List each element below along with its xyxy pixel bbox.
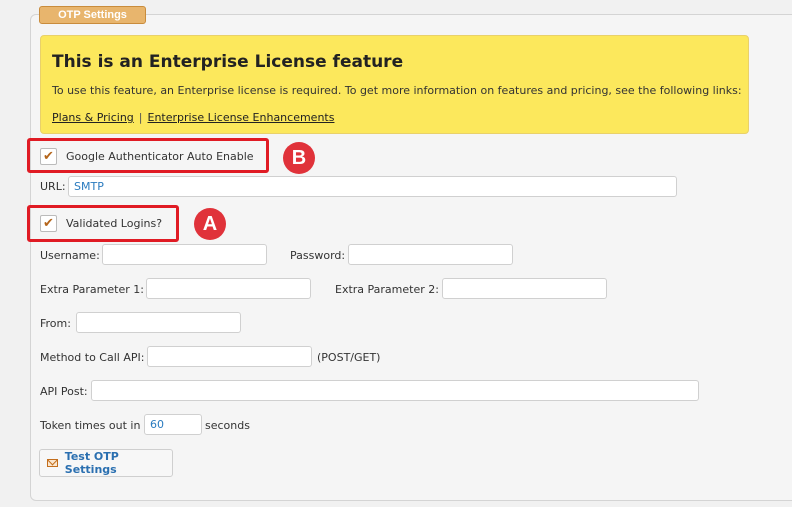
notice-body: To use this feature, an Enterprise licen… [52,84,742,97]
url-input[interactable]: SMTP [68,176,677,197]
google-auth-checkbox[interactable]: ✔ [40,148,57,165]
notice-title: This is an Enterprise License feature [52,52,404,72]
username-label: Username: [40,249,100,262]
url-label: URL: [40,180,66,193]
otp-settings-tab: OTP Settings [39,6,146,24]
username-input[interactable] [102,244,267,265]
validated-logins-checkbox[interactable]: ✔ [40,215,57,232]
notice-links: Plans & Pricing | Enterprise License Enhan… [52,111,334,124]
plans-pricing-link[interactable]: Plans & Pricing [52,111,134,124]
enterprise-license-notice: This is an Enterprise License feature To… [40,35,749,134]
validated-logins-label: Validated Logins? [66,217,163,230]
extra-parameter-1-input[interactable] [146,278,311,299]
annotation-badge-b: B [283,142,315,174]
extra-parameter-2-input[interactable] [442,278,607,299]
test-otp-settings-button[interactable]: Test OTP Settings [39,449,173,477]
test-otp-settings-label: Test OTP Settings [64,450,119,476]
token-timeout-input[interactable]: 60 [144,414,202,435]
password-input[interactable] [348,244,513,265]
api-post-input[interactable] [91,380,699,401]
envelope-icon [47,459,58,467]
enterprise-enhancements-link[interactable]: Enterprise License Enhancements [148,111,335,124]
link-separator: | [138,111,143,124]
token-timeout-label: Token times out in [40,419,141,432]
method-hint: (POST/GET) [317,351,381,364]
from-label: From: [40,317,71,330]
password-label: Password: [290,249,346,262]
from-input[interactable] [76,312,241,333]
extra-parameter-2-label: Extra Parameter 2: [335,283,439,296]
annotation-badge-a: A [194,208,226,240]
api-post-label: API Post: [40,385,88,398]
method-label: Method to Call API: [40,351,145,364]
google-auth-label: Google Authenticator Auto Enable [66,150,254,163]
extra-parameter-1-label: Extra Parameter 1: [40,283,144,296]
token-timeout-unit: seconds [205,419,250,432]
method-input[interactable] [147,346,312,367]
